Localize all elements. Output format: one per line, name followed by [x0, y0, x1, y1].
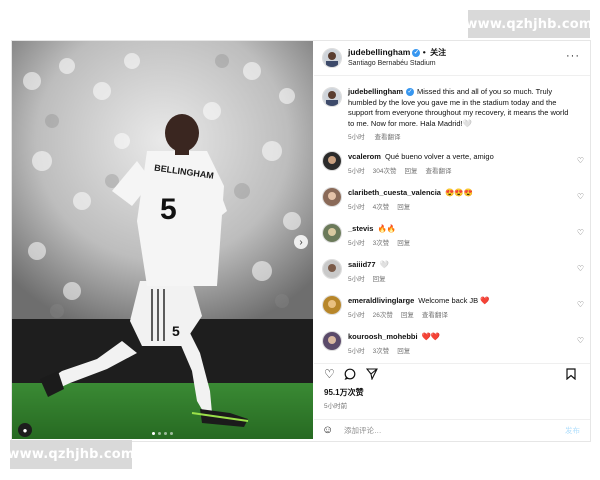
comment-like-heart-icon[interactable]: ♡ — [577, 336, 584, 345]
comment-time: 5小时 — [348, 312, 365, 319]
reply-button[interactable]: 回复 — [404, 168, 417, 175]
comment-time: 5小时 — [348, 276, 365, 283]
reply-button[interactable]: 回复 — [401, 312, 414, 319]
post-comment-button[interactable]: 发布 — [565, 425, 580, 436]
comment-text: ❤️❤️ — [421, 332, 441, 341]
see-translation-link[interactable]: 查看翻译 — [374, 134, 400, 141]
comment-username[interactable]: _stevis — [348, 224, 373, 233]
comment-avatar[interactable] — [322, 223, 342, 243]
carousel-next-icon[interactable]: › — [294, 235, 308, 249]
send-icon[interactable] — [365, 368, 378, 382]
reply-button[interactable]: 回复 — [397, 204, 410, 211]
comment-like-heart-icon[interactable]: ♡ — [577, 300, 584, 309]
comment-item: saiiid77 🤍 5小时 回复 ♡ — [322, 259, 584, 285]
verified-badge-icon: ✓ — [406, 88, 415, 97]
comment-time: 5小时 — [348, 168, 365, 175]
carousel-dot — [164, 432, 167, 435]
author-avatar[interactable] — [322, 48, 342, 68]
caption-avatar[interactable] — [322, 87, 342, 107]
comment-username[interactable]: saiiid77 — [348, 260, 376, 269]
comment-like-heart-icon[interactable]: ♡ — [577, 264, 584, 273]
comment-username[interactable]: vcalerom — [348, 152, 381, 161]
jersey-number: 5 — [160, 193, 177, 226]
author-line: judebellingham ✓ • 关注 — [348, 47, 446, 58]
carousel-dot — [170, 432, 173, 435]
bookmark-icon[interactable] — [566, 368, 576, 382]
comment-likes[interactable]: 4次赞 — [373, 204, 390, 211]
action-bar: ♡ — [314, 363, 590, 384]
comment-avatar[interactable] — [322, 151, 342, 171]
caption-time: 5小时 — [348, 134, 365, 141]
caption-username[interactable]: judebellingham — [348, 87, 403, 96]
comment-text: 😍😍😍 — [444, 188, 473, 197]
comment-time: 5小时 — [348, 348, 365, 355]
comment-text: 🔥🔥 — [377, 224, 397, 233]
reply-button[interactable]: 回复 — [397, 348, 410, 355]
see-translation-link[interactable]: 查看翻译 — [425, 168, 451, 175]
comment-likes[interactable]: 26次赞 — [373, 312, 393, 319]
location-link[interactable]: Santiago Bernabéu Stadium — [348, 60, 436, 67]
see-translation-link[interactable]: 查看翻译 — [422, 312, 448, 319]
instagram-post: BELLINGHAM 5 5 › ● judebellingham ✓ • 关注 … — [11, 40, 591, 442]
verified-badge-icon: ✓ — [412, 48, 421, 57]
carousel-dot — [158, 432, 161, 435]
comment-likes[interactable]: 3次赞 — [373, 348, 390, 355]
emoji-icon[interactable]: ☺ — [322, 424, 333, 436]
reply-button[interactable]: 回复 — [373, 276, 386, 283]
more-options-icon[interactable]: ··· — [566, 50, 580, 62]
follow-button[interactable]: 关注 — [430, 48, 446, 57]
separator-dot: • — [422, 47, 426, 57]
comment-text: Qué bueno volver a verte, amigo — [384, 152, 494, 161]
comment-item: _stevis 🔥🔥 5小时 3次赞 回复 ♡ — [322, 223, 584, 249]
comment-avatar[interactable] — [322, 295, 342, 315]
post-photo[interactable]: BELLINGHAM 5 5 › ● — [12, 41, 313, 439]
comment-time: 5小时 — [348, 240, 365, 247]
comment-item: kouroosh_mohebbi ❤️❤️ 5小时 3次赞 回复 ♡ — [322, 331, 584, 357]
comment-like-heart-icon[interactable]: ♡ — [577, 228, 584, 237]
comment-likes[interactable]: 304次赞 — [373, 168, 397, 175]
comment-like-heart-icon[interactable]: ♡ — [577, 156, 584, 165]
comment-item: claribeth_cuesta_valencia 😍😍😍 5小时 4次赞 回复 ♡ — [322, 187, 584, 213]
comment-item: emeraldlivinglarge Welcome back JB ❤️ 5小时… — [322, 295, 584, 321]
comment-avatar[interactable] — [322, 331, 342, 351]
watermark-bottom: www.qzhjhb.com — [7, 440, 134, 469]
comment-icon[interactable] — [344, 368, 356, 382]
caption-text: judebellingham ✓ Missed this and all of yo… — [348, 87, 576, 129]
caption-meta: 5小时 查看翻译 — [348, 131, 408, 141]
add-comment-bar: ☺ 发布 — [314, 419, 590, 440]
author-username[interactable]: judebellingham — [348, 47, 410, 57]
comment-avatar[interactable] — [322, 259, 342, 279]
carousel-dot — [152, 432, 155, 435]
comment-text: 🤍 — [379, 260, 389, 269]
comment-likes[interactable]: 3次赞 — [373, 240, 390, 247]
shorts-number: 5 — [172, 323, 180, 339]
player-photo-illustration: BELLINGHAM 5 5 — [12, 41, 313, 439]
comment-time: 5小时 — [348, 204, 365, 211]
heart-icon[interactable]: ♡ — [324, 368, 335, 380]
comment-like-heart-icon[interactable]: ♡ — [577, 192, 584, 201]
comment-username[interactable]: emeraldlivinglarge — [348, 296, 414, 305]
reply-button[interactable]: 回复 — [397, 240, 410, 247]
post-detail-panel: judebellingham ✓ • 关注 Santiago Bernabéu S… — [314, 41, 590, 439]
comment-username[interactable]: kouroosh_mohebbi — [348, 332, 418, 341]
comment-text: Welcome back JB ❤️ — [418, 296, 490, 305]
comment-input[interactable] — [344, 424, 534, 436]
comment-username[interactable]: claribeth_cuesta_valencia — [348, 188, 441, 197]
likes-count[interactable]: 95.1万次赞 — [324, 387, 364, 398]
post-header: judebellingham ✓ • 关注 Santiago Bernabéu S… — [314, 41, 590, 76]
post-time: 5小时前 — [324, 403, 348, 410]
comment-avatar[interactable] — [322, 187, 342, 207]
user-tag-icon[interactable]: ● — [18, 423, 32, 437]
comment-item: vcalerom Qué bueno volver a verte, amigo … — [322, 151, 584, 177]
carousel-indicator — [152, 432, 173, 435]
watermark-top: www.qzhjhb.com — [465, 10, 592, 38]
